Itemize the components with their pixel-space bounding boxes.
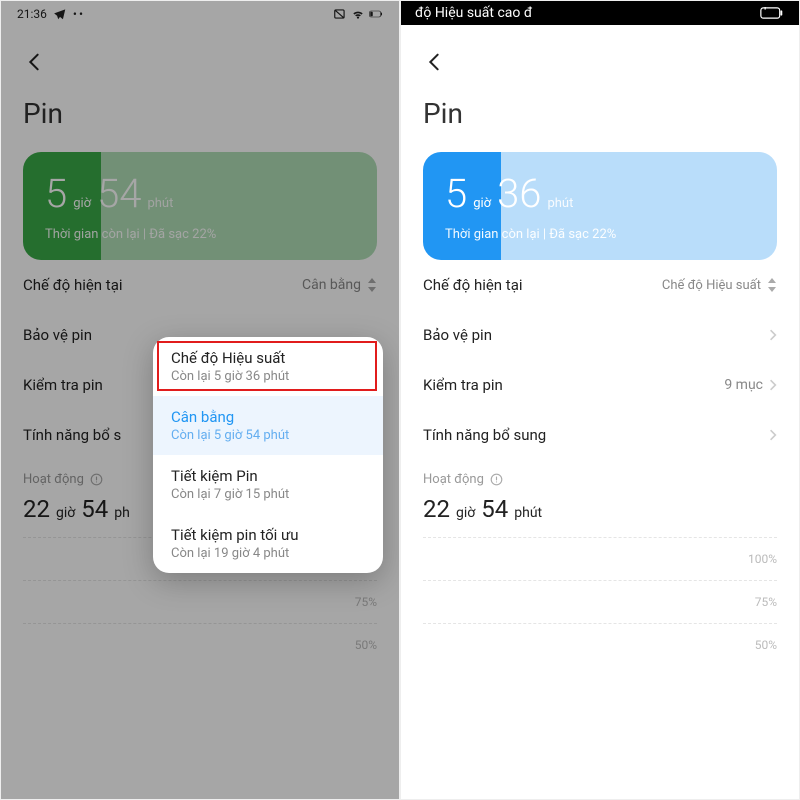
row-label: Bảo vệ pin	[423, 326, 492, 344]
activity-time: 22 giờ 54 phút	[401, 491, 799, 537]
row-current-mode[interactable]: Chế độ hiện tại Cân bằng	[1, 260, 399, 310]
section-label-text: Hoạt động	[423, 472, 484, 487]
chevron	[769, 428, 777, 442]
top-strip: độ Hiệu suất cao đ	[401, 1, 799, 25]
wifi-icon	[351, 7, 365, 21]
section-label-text: Hoạt động	[23, 472, 84, 487]
telegram-icon	[53, 7, 67, 21]
battery-mins: 54	[97, 170, 141, 217]
battery-time: 5 giờ 54 phút	[45, 170, 355, 217]
battery-subtitle: Thời gian còn lại | Đã sạc 22%	[45, 227, 355, 242]
info-icon[interactable]	[490, 473, 503, 486]
airplane-off-icon	[333, 7, 347, 21]
activity-mins: 54	[81, 495, 108, 523]
screen-left: 21:36 •• Pin 5 giờ 54 ph	[0, 0, 400, 800]
row-label: Tính năng bổ sung	[423, 426, 546, 444]
pct-line-75: 75%	[23, 580, 377, 623]
dd-sub: Còn lại 7 giờ 15 phút	[171, 487, 365, 502]
battery-outline-icon	[759, 7, 785, 19]
dd-title: Chế độ Hiệu suất	[171, 349, 365, 367]
dropdown-item-saver[interactable]: Tiết kiệm Pin Còn lại 7 giờ 15 phút	[153, 455, 383, 514]
activity-munit: ph	[114, 505, 130, 521]
battery-subtitle: Thời gian còn lại | Đã sạc 22%	[445, 227, 755, 242]
row-label: Tính năng bổ s	[23, 426, 121, 444]
battery-time: 5 giờ 36 phút	[445, 170, 755, 217]
top-strip-text: độ Hiệu suất cao đ	[415, 5, 532, 21]
activity-munit: phút	[514, 505, 542, 521]
activity-hunit: giờ	[56, 505, 75, 521]
page-title: Pin	[1, 79, 399, 152]
pct-line-75: 75%	[423, 580, 777, 623]
chevron	[769, 328, 777, 342]
dropdown-item-balanced[interactable]: Cân bằng Còn lại 5 giờ 54 phút	[153, 396, 383, 455]
activity-hunit: giờ	[456, 505, 475, 521]
mode-value-text: Cân bằng	[302, 277, 361, 293]
battery-hours: 5	[45, 170, 67, 217]
battery-mins-unit: phút	[547, 196, 573, 211]
mode-dropdown: Chế độ Hiệu suất Còn lại 5 giờ 36 phút C…	[153, 337, 383, 573]
dd-sub: Còn lại 5 giờ 54 phút	[171, 428, 365, 443]
screen-right: độ Hiệu suất cao đ Pin 5 giờ 36 phút Thờ…	[400, 0, 800, 800]
pct-lines: 100% 75% 50%	[401, 537, 799, 666]
row-value: Chế độ Hiệu suất	[662, 278, 777, 293]
battery-hours-unit: giờ	[473, 196, 491, 211]
dd-sub: Còn lại 19 giờ 4 phút	[171, 546, 365, 561]
dd-title: Tiết kiệm Pin	[171, 467, 365, 485]
row-current-mode[interactable]: Chế độ hiện tại Chế độ Hiệu suất	[401, 260, 799, 310]
status-right	[333, 7, 383, 21]
back-row	[401, 25, 799, 79]
row-label: Bảo vệ pin	[23, 326, 92, 344]
status-time: 21:36	[17, 7, 47, 21]
check-value-text: 9 mục	[724, 377, 763, 393]
row-label: Chế độ hiện tại	[23, 276, 123, 294]
dots-icon: ••	[73, 7, 85, 21]
dropdown-item-performance[interactable]: Chế độ Hiệu suất Còn lại 5 giờ 36 phút	[153, 337, 383, 396]
section-activity: Hoạt động	[401, 460, 799, 491]
row-label: Chế độ hiện tại	[423, 276, 523, 294]
status-left: 21:36 ••	[17, 7, 85, 21]
pct-line-100: 100%	[423, 537, 777, 580]
row-label: Kiểm tra pin	[423, 376, 503, 394]
activity-hours: 22	[423, 495, 450, 523]
row-label: Kiểm tra pin	[23, 376, 103, 394]
back-icon[interactable]	[23, 51, 377, 73]
row-extra-features[interactable]: Tính năng bổ sung	[401, 410, 799, 460]
battery-hours: 5	[445, 170, 467, 217]
row-value: Cân bằng	[302, 277, 377, 293]
battery-mins: 36	[497, 170, 541, 217]
battery-hours-unit: giờ	[73, 196, 91, 211]
battery-card[interactable]: 5 giờ 54 phút Thời gian còn lại | Đã sạc…	[23, 152, 377, 260]
row-value: 9 mục	[724, 377, 777, 393]
activity-hours: 22	[23, 495, 50, 523]
row-check-pin[interactable]: Kiểm tra pin 9 mục	[401, 360, 799, 410]
back-row	[1, 25, 399, 79]
page-title: Pin	[401, 79, 799, 152]
battery-icon	[369, 7, 383, 21]
updown-icon	[367, 278, 377, 292]
dropdown-item-ultra-saver[interactable]: Tiết kiệm pin tối ưu Còn lại 19 giờ 4 ph…	[153, 514, 383, 573]
status-bar: 21:36 ••	[1, 1, 399, 25]
back-icon[interactable]	[423, 51, 777, 73]
dd-sub: Còn lại 5 giờ 36 phút	[171, 369, 365, 384]
pct-line-50: 50%	[23, 623, 377, 666]
activity-mins: 54	[481, 495, 508, 523]
updown-icon	[767, 278, 777, 292]
battery-card[interactable]: 5 giờ 36 phút Thời gian còn lại | Đã sạc…	[423, 152, 777, 260]
dd-title: Tiết kiệm pin tối ưu	[171, 526, 365, 544]
battery-mins-unit: phút	[147, 196, 173, 211]
row-protect-pin[interactable]: Bảo vệ pin	[401, 310, 799, 360]
info-icon[interactable]	[90, 473, 103, 486]
dd-title: Cân bằng	[171, 408, 365, 426]
mode-value-text: Chế độ Hiệu suất	[662, 278, 761, 293]
pct-line-50: 50%	[423, 623, 777, 666]
